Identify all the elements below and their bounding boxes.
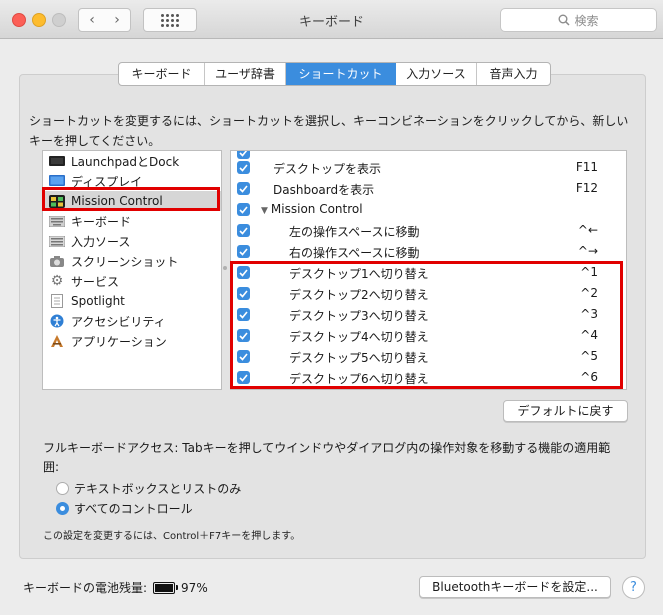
annotation-box-desktop-shortcuts (230, 261, 623, 389)
radio-circle-selected[interactable] (56, 501, 69, 515)
title-bar: ‹ › キーボード 検索 (0, 0, 663, 39)
keyboard-icon (49, 214, 65, 228)
radio-circle[interactable] (56, 481, 69, 495)
category-item[interactable]: アクセシビリティ (43, 311, 221, 331)
category-item[interactable]: スクリーンショット (43, 251, 221, 271)
checkbox[interactable] (237, 182, 250, 195)
control-f7-hint: この設定を変更するには、Control＋F7キーを押します。 (43, 531, 301, 542)
disclosure-triangle-icon[interactable]: ▼ (261, 206, 268, 216)
category-item[interactable]: 入力ソース (43, 231, 221, 251)
category-list[interactable]: LaunchpadとDock ディスプレイ Mission Control キー… (42, 150, 222, 390)
radio-text-boxes-lists[interactable]: テキストボックスとリストのみ (56, 480, 241, 496)
shortcut-label: デスクトップを表示 (273, 162, 382, 176)
category-item[interactable]: アプリケーション (43, 331, 221, 351)
shortcut-label: 左の操作スペースに移動 (289, 225, 420, 239)
radio-label: すべてのコントロール (74, 501, 193, 516)
shortcut-row[interactable]: デスクトップを表示 F11 (231, 157, 626, 178)
tab-user-dictionary[interactable]: ユーザ辞書 (205, 63, 286, 85)
shortcut-instructions: ショートカットを変更するには、ショートカットを選択し、キーコンビネーションをクリ… (29, 114, 629, 148)
radio-all-controls[interactable]: すべてのコントロール (56, 500, 193, 516)
search-field[interactable]: 検索 (500, 8, 657, 32)
category-item[interactable]: ⚙ サービス (43, 271, 221, 291)
tab-shortcuts[interactable]: ショートカット (286, 63, 396, 85)
tab-input-sources[interactable]: 入力ソース (396, 63, 477, 85)
full-keyboard-access-text: フルキーボードアクセス: Tabキーを押してウインドウやダイアログ内の操作対象を… (43, 441, 611, 474)
category-label: キーボード (71, 214, 132, 229)
help-button[interactable]: ? (622, 576, 645, 599)
shortcut-group-row[interactable]: ▼ Mission Control (231, 199, 626, 220)
restore-defaults-button[interactable]: デフォルトに戻す (503, 400, 628, 422)
tab-keyboard[interactable]: キーボード (119, 63, 205, 85)
category-item[interactable]: キーボード (43, 211, 221, 231)
shortcut-key[interactable]: ^← (578, 223, 598, 237)
battery-status: キーボードの電池残量: 97% (23, 579, 208, 596)
category-label: スクリーンショット (71, 254, 179, 269)
shortcut-row[interactable]: Dashboardを表示 F12 (231, 178, 626, 199)
checkbox[interactable] (237, 245, 250, 258)
shortcut-key[interactable]: ^→ (578, 244, 598, 258)
launchpad-icon (49, 154, 65, 168)
input-source-icon (49, 234, 65, 248)
category-label: サービス (71, 274, 120, 289)
screenshot-icon (49, 254, 65, 268)
radio-label: テキストボックスとリストのみ (74, 481, 242, 496)
shortcut-row[interactable]: 左の操作スペースに移動 ^← (231, 220, 626, 241)
setup-bluetooth-keyboard-button[interactable]: Bluetoothキーボードを設定... (419, 576, 611, 598)
checkbox[interactable] (237, 224, 250, 237)
category-label: アプリケーション (71, 334, 167, 349)
category-label: アクセシビリティ (71, 314, 166, 329)
battery-label: キーボードの電池残量: (23, 581, 148, 595)
search-icon (558, 14, 571, 26)
checkbox[interactable] (237, 203, 250, 216)
battery-icon (153, 581, 179, 594)
split-resize-handle[interactable] (223, 266, 227, 270)
tab-dictation[interactable]: 音声入力 (477, 63, 550, 85)
shortcut-key[interactable]: F11 (576, 160, 598, 174)
checkbox[interactable] (237, 161, 250, 174)
gear-icon: ⚙ (50, 273, 64, 289)
app-shortcut-icon (49, 334, 65, 348)
shortcut-label: 右の操作スペースに移動 (289, 246, 420, 260)
category-label: Spotlight (71, 294, 125, 308)
shortcut-label: Dashboardを表示 (273, 183, 375, 197)
spotlight-icon (49, 294, 65, 308)
shortcut-key[interactable]: F12 (576, 181, 598, 195)
category-item[interactable]: Spotlight (43, 291, 221, 311)
shortcut-group-label: Mission Control (270, 202, 363, 216)
search-placeholder: 検索 (574, 13, 599, 28)
category-item[interactable]: LaunchpadとDock (43, 151, 221, 171)
accessibility-icon (49, 314, 65, 328)
tab-bar: キーボード ユーザ辞書 ショートカット 入力ソース 音声入力 (118, 62, 551, 86)
battery-value: 97% (181, 580, 208, 595)
category-label: LaunchpadとDock (71, 154, 180, 169)
category-label: 入力ソース (71, 234, 131, 249)
shortcut-row[interactable]: 右の操作スペースに移動 ^→ (231, 241, 626, 262)
annotation-box-mission-control (42, 187, 220, 211)
display-icon (49, 174, 65, 188)
